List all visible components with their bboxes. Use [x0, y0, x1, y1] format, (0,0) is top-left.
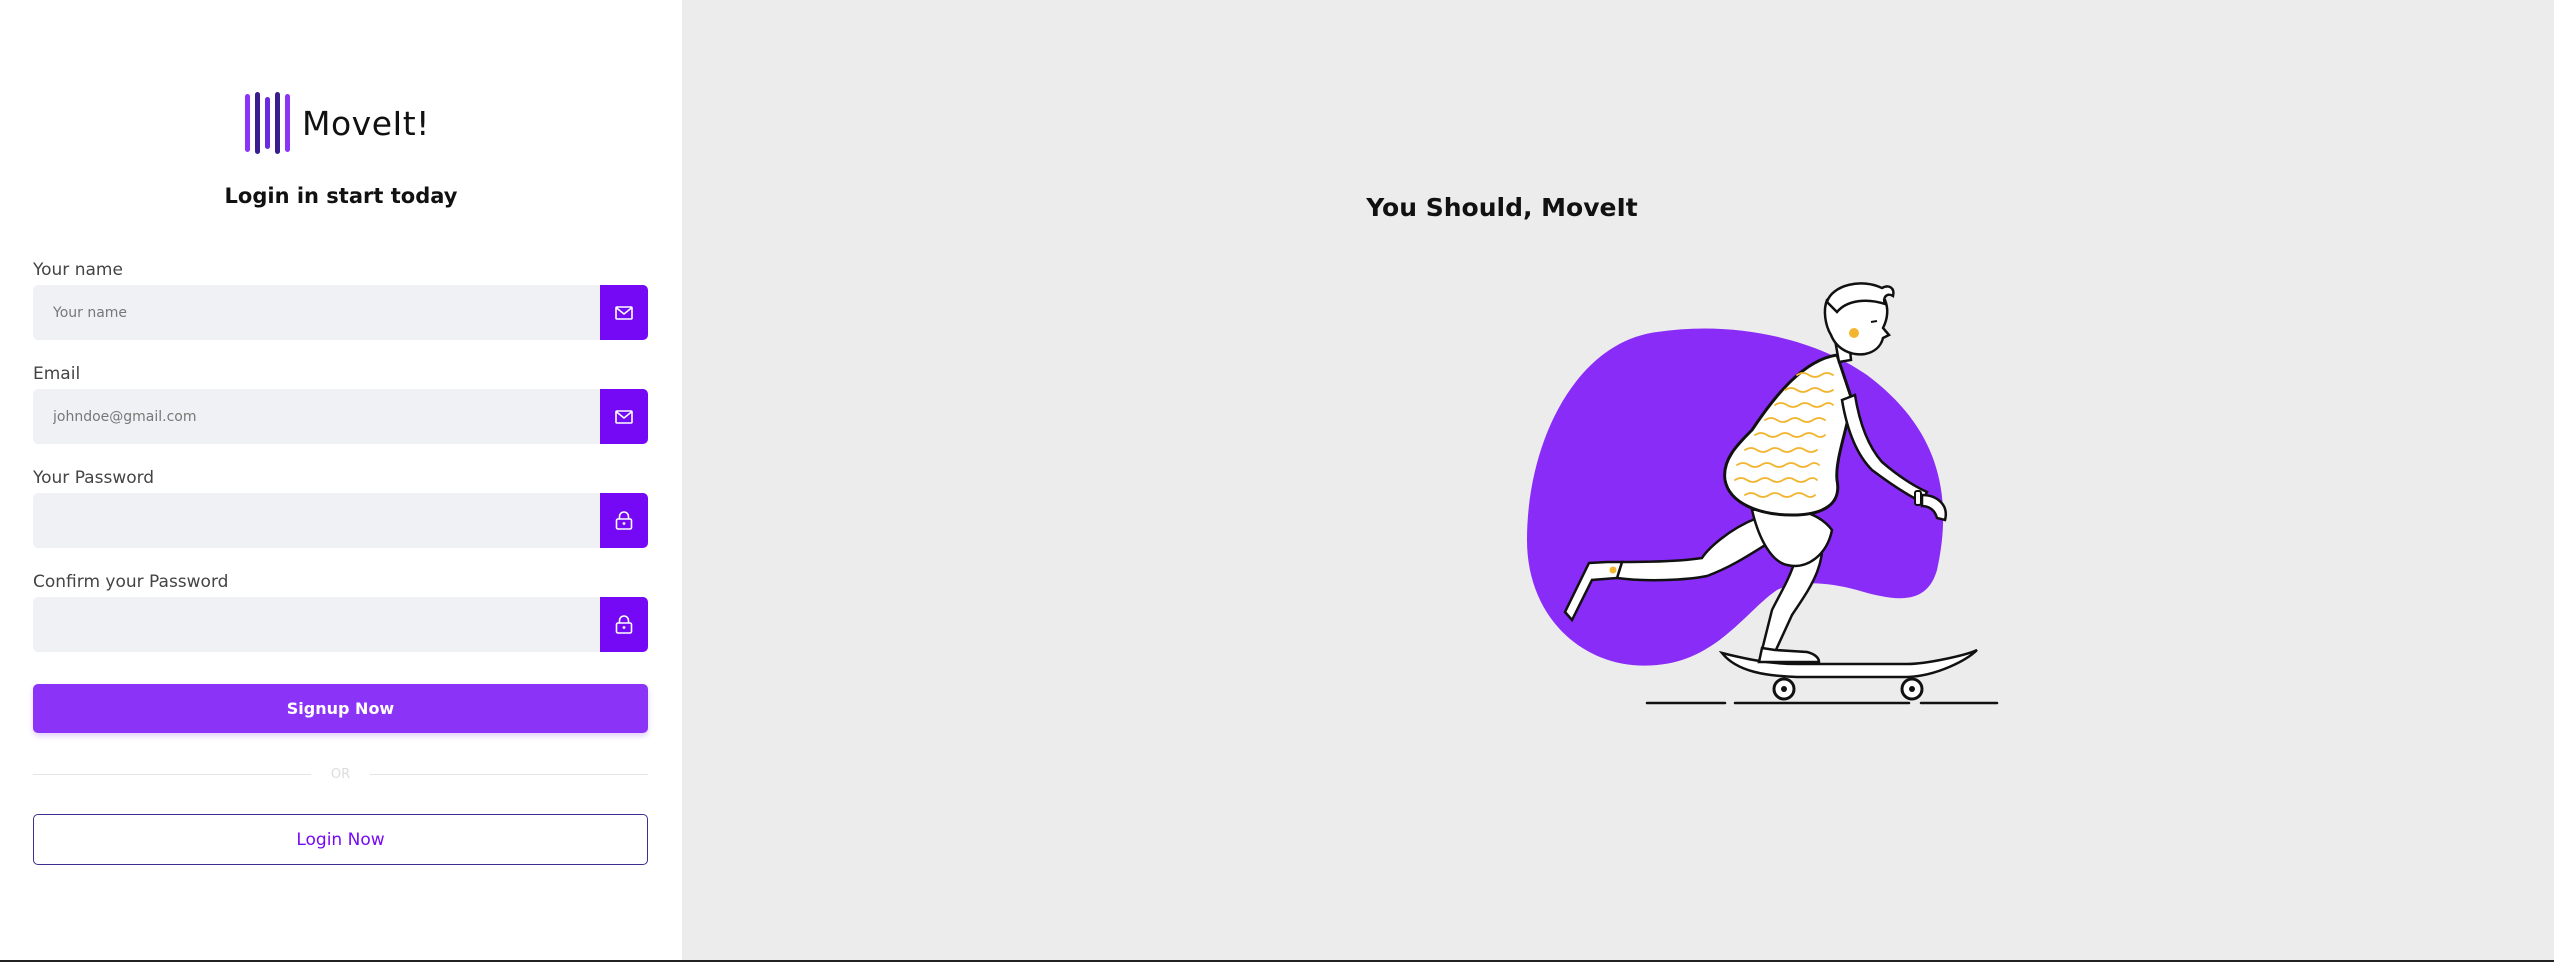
email-field: Email — [33, 363, 648, 444]
divider-line — [370, 773, 649, 775]
skateboarder-illustration — [1527, 282, 1999, 705]
email-label: Email — [33, 364, 81, 384]
confirm-password-field: Confirm your Password — [33, 571, 648, 652]
form-panel: MoveIt! Login in start today Your name E… — [0, 0, 682, 962]
mail-icon — [600, 389, 648, 444]
lock-icon — [600, 493, 648, 548]
or-divider: OR — [33, 764, 649, 784]
email-input[interactable] — [33, 389, 600, 444]
brand-name: MoveIt! — [302, 103, 430, 143]
name-input[interactable] — [33, 285, 600, 340]
password-field: Your Password — [33, 467, 648, 548]
hero-tagline: You Should, MoveIt — [1366, 193, 1638, 222]
divider-line — [33, 773, 311, 775]
brand-logo: MoveIt! — [245, 92, 430, 154]
signup-page: MoveIt! Login in start today Your name E… — [0, 0, 2554, 962]
lock-icon — [600, 597, 648, 652]
login-button[interactable]: Login Now — [33, 814, 648, 865]
form-subtitle: Login in start today — [224, 184, 458, 208]
signup-button[interactable]: Signup Now — [33, 684, 648, 733]
name-field: Your name — [33, 259, 648, 340]
confirm-password-input[interactable] — [33, 597, 600, 652]
logo-bars-icon — [245, 92, 290, 154]
hero-panel: You Should, MoveIt — [682, 0, 2554, 962]
confirm-password-label: Confirm your Password — [33, 572, 229, 592]
or-text: OR — [330, 766, 351, 782]
mail-icon — [600, 285, 648, 340]
password-input[interactable] — [33, 493, 600, 548]
password-label: Your Password — [33, 468, 155, 488]
name-label: Your name — [33, 260, 123, 280]
